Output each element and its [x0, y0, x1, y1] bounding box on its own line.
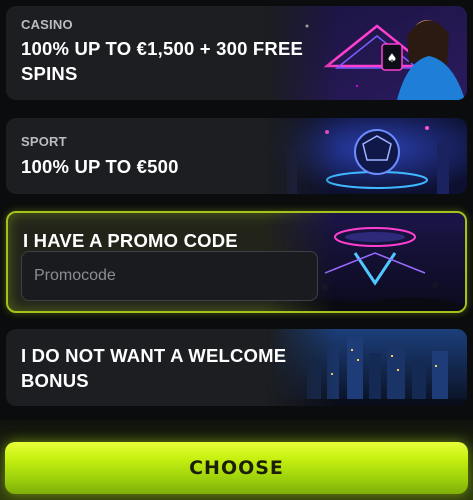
promocode-input[interactable] [21, 251, 318, 301]
offer-headline: 100% UP TO €500 [21, 156, 179, 177]
offer-card-promo-code[interactable]: I HAVE A PROMO CODE [6, 211, 467, 313]
offer-card-sport[interactable]: SPORT 100% UP TO €500 [6, 118, 467, 194]
choose-button[interactable]: CHOOSE [5, 442, 468, 494]
choose-button-label: CHOOSE [189, 457, 284, 479]
svg-text:♠: ♠ [387, 51, 398, 65]
offer-headline: 100% UP TO €1,500 + 300 FREE SPINS [21, 38, 304, 84]
offer-category: CASINO [21, 17, 73, 32]
night-city-illustration [267, 329, 467, 406]
offer-headline: I DO NOT WANT A WELCOME BONUS [21, 345, 287, 391]
offer-headline: I HAVE A PROMO CODE [23, 230, 238, 251]
football-arena-illustration [267, 118, 467, 194]
offer-card-casino[interactable]: ♠ CASINO 100% UP TO €1,500 + 300 FREE SP… [6, 6, 467, 100]
offer-card-no-bonus[interactable]: I DO NOT WANT A WELCOME BONUS [6, 329, 467, 406]
offer-category: SPORT [21, 134, 67, 149]
